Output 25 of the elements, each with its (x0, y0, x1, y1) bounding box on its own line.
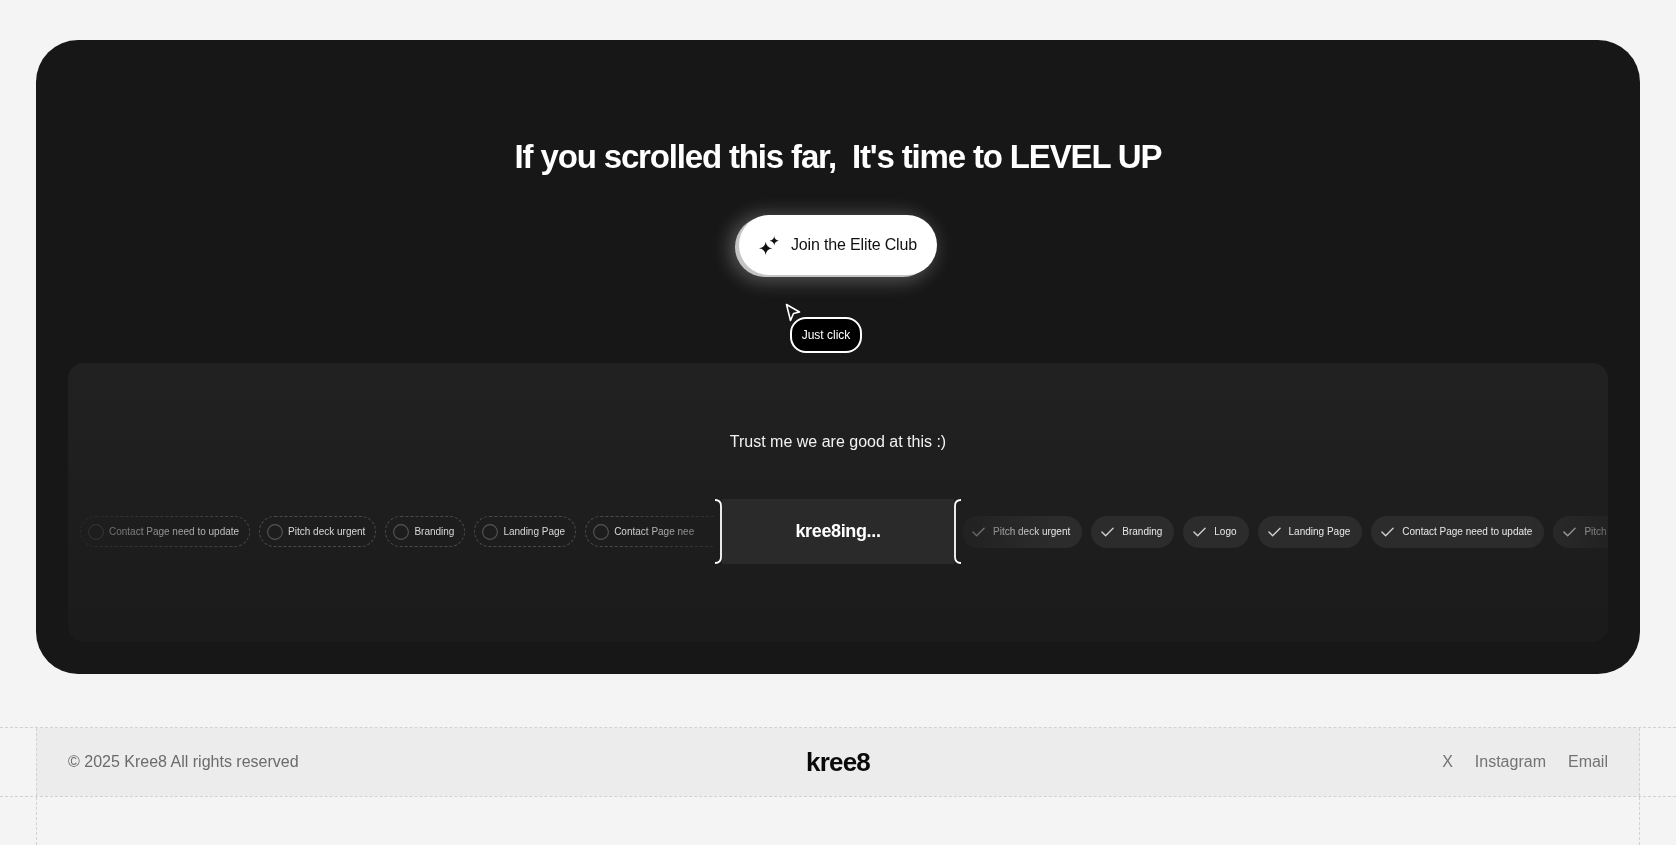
footer-link[interactable]: Instagram (1474, 750, 1546, 774)
task-label: Pitch (1584, 525, 1607, 539)
task-label: Logo (1214, 525, 1237, 539)
task-label: Contact Page need to update (1402, 525, 1533, 539)
footer-logo[interactable]: kree8 (805, 742, 870, 782)
task-label: Pitch deck urgent (993, 525, 1071, 539)
loading-status: kree8ing... (722, 499, 954, 564)
task-label: Contact Page nee (614, 525, 695, 539)
footer-link[interactable]: X (1442, 750, 1453, 774)
footer-link[interactable]: Email (1567, 750, 1608, 774)
task-label: Landing Page (503, 525, 566, 539)
task-label: Landing Page (1288, 525, 1351, 539)
task-label: Branding (414, 525, 455, 539)
cursor-label: Just click (789, 317, 863, 353)
cursor-icon (784, 303, 801, 322)
section-heading: If you scrolled this far, It's time to LEVEL UP (514, 137, 1162, 177)
task-label: Contact Page need to update (109, 525, 240, 539)
left-bracket-icon (714, 499, 722, 564)
sparkle-icon (759, 235, 780, 255)
right-bracket-icon (954, 499, 962, 564)
task-label: Branding (1122, 525, 1163, 539)
task-label: Pitch deck urgent (288, 525, 366, 539)
section-caption: Trust me we are good at this :) (729, 432, 947, 452)
join-button[interactable]: Join the Elite Club (739, 215, 937, 275)
copyright-text: © 2025 Kree8 All rights reserved (68, 752, 299, 772)
